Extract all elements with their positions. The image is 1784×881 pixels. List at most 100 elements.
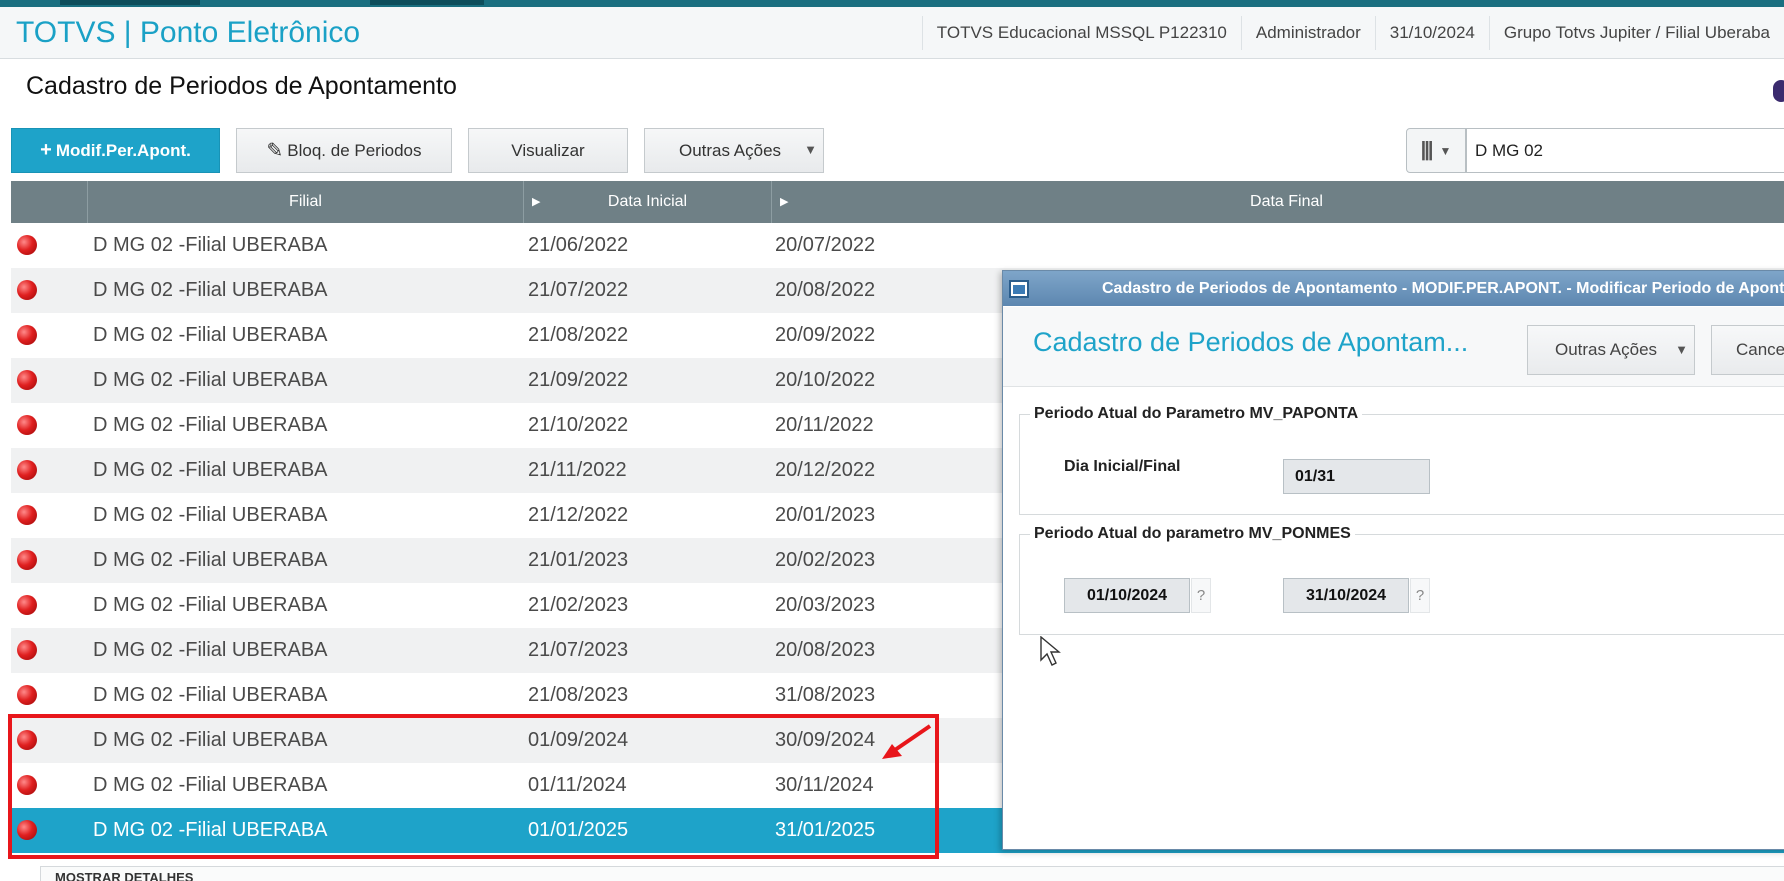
cancel-button[interactable]: Cancelar — [1711, 325, 1784, 375]
search-input[interactable]: D MG 02 — [1466, 128, 1784, 173]
columns-icon: ||| — [1420, 139, 1434, 161]
data-inicial-cell: 21/02/2023 — [528, 594, 629, 616]
filial-cell: D MG 02 -Filial UBERABA — [93, 324, 328, 346]
dialog-outras-acoes-label: Outras Ações — [1555, 340, 1658, 359]
status-red-dot-icon — [17, 550, 37, 570]
data-final-column-header[interactable]: ▶ Data Final — [772, 181, 1784, 223]
modif-per-apont-button[interactable]: + Modif.Per.Apont. — [11, 128, 220, 173]
chevron-down-icon: ▼ — [1439, 143, 1452, 158]
dialog-title: Cadastro de Periodos de Apontam... — [1033, 327, 1469, 357]
filial-cell: D MG 02 -Filial UBERABA — [93, 504, 328, 526]
table-row[interactable]: D MG 02 -Filial UBERABA 21/06/2022 20/07/2… — [11, 223, 1784, 268]
data-inicial-cell: 21/09/2022 — [528, 369, 629, 391]
top-strip-tab — [370, 0, 484, 5]
data-final-cell: 20/01/2023 — [775, 504, 876, 526]
period-start-help-icon[interactable]: ? — [1191, 578, 1211, 613]
filial-cell: D MG 02 -Filial UBERABA — [93, 279, 328, 301]
status-red-dot-icon — [17, 685, 37, 705]
status-red-dot-icon — [17, 505, 37, 525]
app-window: TOTVS | Ponto Eletrônico TOTVS Educacion… — [0, 0, 1784, 881]
filial-cell: D MG 02 -Filial UBERABA — [93, 549, 328, 571]
filial-column-header[interactable]: Filial — [88, 181, 524, 223]
sort-marker-icon: ▶ — [780, 196, 789, 208]
status-red-dot-icon — [17, 235, 37, 255]
data-inicial-header-label: Data Inicial — [607, 193, 688, 210]
data-final-cell: 31/08/2023 — [775, 684, 876, 706]
branch-label[interactable]: Grupo Totvs Jupiter / Filial Uberaba — [1488, 16, 1784, 50]
browser-top-strip — [0, 0, 1784, 7]
details-toggle[interactable]: MOSTRAR DETALHES — [40, 866, 1784, 881]
data-inicial-cell: 21/07/2023 — [528, 639, 629, 661]
status-red-dot-icon — [17, 640, 37, 660]
app-header: TOTVS | Ponto Eletrônico TOTVS Educacion… — [0, 7, 1784, 59]
status-red-dot-icon — [17, 460, 37, 480]
data-final-cell: 20/12/2022 — [775, 459, 876, 481]
dialog-header: Cadastro de Periodos de Apontam... Outra… — [1003, 307, 1784, 387]
data-inicial-cell: 21/08/2022 — [528, 324, 629, 346]
data-inicial-cell: 21/12/2022 — [528, 504, 629, 526]
mouse-cursor-icon — [1040, 636, 1061, 666]
filial-cell: D MG 02 -Filial UBERABA — [93, 234, 328, 256]
app-info-bar: TOTVS Educacional MSSQL P122310 Administ… — [921, 7, 1784, 59]
status-column-header — [11, 181, 88, 223]
visualizar-label: Visualizar — [511, 140, 585, 160]
data-inicial-cell: 21/07/2022 — [528, 279, 629, 301]
dialog-titlebar[interactable]: Cadastro de Periodos de Apontamento - MO… — [1003, 271, 1784, 306]
filial-cell: D MG 02 -Filial UBERABA — [93, 639, 328, 661]
data-final-cell: 20/11/2022 — [775, 414, 874, 436]
environment-label: TOTVS Educacional MSSQL P122310 — [921, 16, 1241, 50]
data-final-header-label: Data Final — [1250, 193, 1323, 210]
status-red-dot-icon — [17, 415, 37, 435]
data-final-cell: 20/02/2023 — [775, 549, 876, 571]
data-final-cell: 20/07/2022 — [775, 234, 876, 256]
modify-period-dialog: Cadastro de Periodos de Apontamento - MO… — [1002, 270, 1784, 850]
data-inicial-cell: 21/10/2022 — [528, 414, 629, 436]
status-red-dot-icon — [17, 595, 37, 615]
data-final-cell: 20/10/2022 — [775, 369, 876, 391]
bloq-periodos-label: Bloq. de Periodos — [287, 140, 422, 160]
mv-ponmes-legend: Periodo Atual do parametro MV_PONMES — [1034, 525, 1351, 542]
filial-cell: D MG 02 -Filial UBERABA — [93, 594, 328, 616]
filial-cell: D MG 02 -Filial UBERABA — [93, 459, 328, 481]
dialog-outras-acoes-button[interactable]: Outras Ações ▼ — [1527, 325, 1695, 375]
sort-marker-icon: ▶ — [532, 196, 541, 208]
period-start-field[interactable]: 01/10/2024 — [1064, 578, 1190, 613]
highlight-annotation-box — [8, 714, 939, 859]
data-inicial-column-header[interactable]: ▶ Data Inicial — [524, 181, 772, 223]
data-inicial-cell: 21/11/2022 — [528, 459, 627, 481]
bloq-periodos-button[interactable]: ✎ Bloq. de Periodos — [236, 128, 452, 173]
status-red-dot-icon — [17, 370, 37, 390]
status-red-dot-icon — [17, 325, 37, 345]
dia-inicial-final-label: Dia Inicial/Final — [1064, 458, 1181, 475]
dia-inicial-final-field[interactable]: 01/31 — [1283, 459, 1430, 494]
page-title: Cadastro de Periodos de Apontamento — [26, 72, 457, 100]
date-label[interactable]: 31/10/2024 — [1374, 16, 1489, 50]
pencil-icon: ✎ — [266, 140, 284, 162]
visualizar-button[interactable]: Visualizar — [468, 128, 628, 173]
app-title: TOTVS | Ponto Eletrônico — [16, 16, 361, 49]
user-label[interactable]: Administrador — [1240, 16, 1375, 50]
chevron-down-icon: ▼ — [1675, 342, 1688, 357]
outras-acoes-label: Outras Ações — [679, 140, 782, 160]
chevron-down-icon: ▼ — [804, 142, 817, 157]
data-inicial-cell: 21/08/2023 — [528, 684, 629, 706]
column-selector-button[interactable]: ||| ▼ — [1406, 128, 1466, 173]
top-strip-tab — [60, 0, 200, 5]
period-end-field[interactable]: 31/10/2024 — [1283, 578, 1409, 613]
period-end-help-icon[interactable]: ? — [1410, 578, 1430, 613]
data-final-cell: 20/09/2022 — [775, 324, 876, 346]
data-inicial-cell: 21/06/2022 — [528, 234, 629, 256]
data-final-cell: 20/08/2023 — [775, 639, 876, 661]
table-header: Filial ▶ Data Inicial ▶ Data Final — [11, 181, 1784, 223]
outras-acoes-button[interactable]: Outras Ações ▼ — [644, 128, 824, 173]
status-red-dot-icon — [17, 280, 37, 300]
plus-icon: + — [40, 139, 52, 161]
mv-paponta-legend: Periodo Atual do Parametro MV_PAPONTA — [1034, 405, 1359, 422]
cancel-label: Cancelar — [1736, 340, 1784, 359]
data-inicial-cell: 21/01/2023 — [528, 549, 629, 571]
modif-per-apont-label: Modif.Per.Apont. — [55, 140, 191, 160]
filial-cell: D MG 02 -Filial UBERABA — [93, 684, 328, 706]
filial-cell: D MG 02 -Filial UBERABA — [93, 414, 328, 436]
help-badge-icon[interactable] — [1773, 80, 1784, 102]
data-final-cell: 20/08/2022 — [775, 279, 876, 301]
